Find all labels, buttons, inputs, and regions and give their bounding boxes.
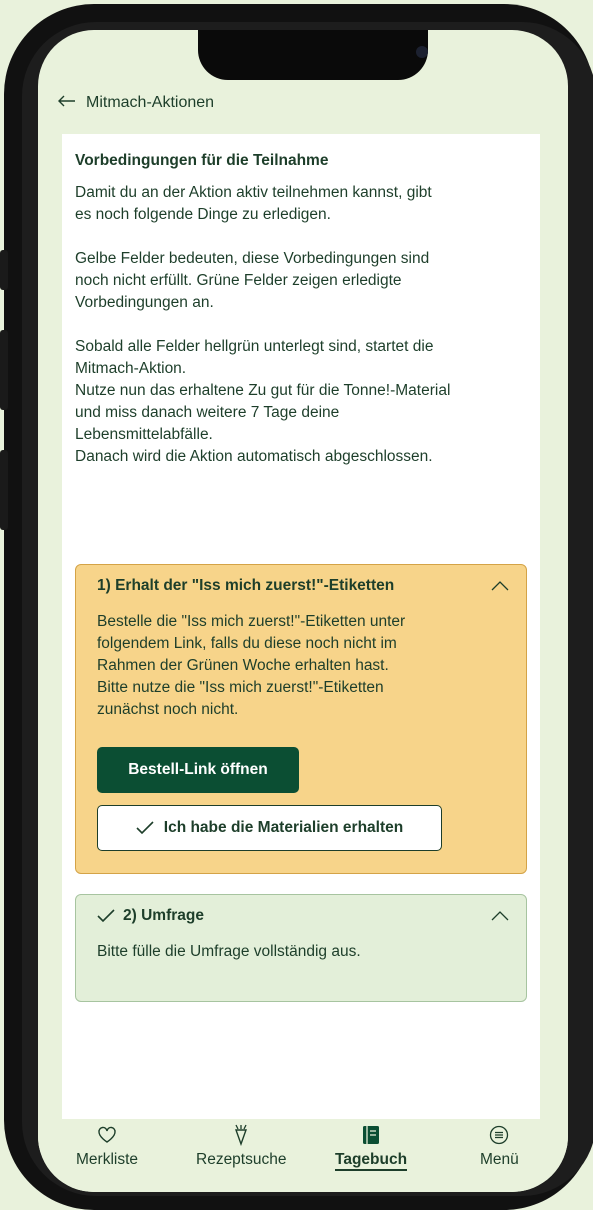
step-1-description: Bestelle die "Iss mich zuerst!"-Etikette… [97, 613, 406, 718]
chevron-up-icon[interactable] [490, 909, 510, 923]
carrot-icon [233, 1123, 249, 1147]
back-arrow-icon [58, 94, 76, 112]
check-icon [136, 821, 154, 835]
nav-item-tagebuch[interactable]: Tagebuch [335, 1123, 408, 1171]
intro-paragraph-3: Sobald alle Felder hellgrün unterlegt si… [75, 338, 451, 465]
check-icon [97, 909, 115, 923]
nav-label: Merkliste [76, 1151, 139, 1168]
intro-paragraph-2: Gelbe Felder bedeuten, diese Vorbedingun… [75, 250, 430, 311]
chevron-up-icon[interactable] [490, 579, 510, 593]
content-card: Vorbedingungen für die Teilnahme Damit d… [62, 134, 540, 1134]
bottom-nav: Merkliste Rezeptsuche Tagebuch Menü [38, 1119, 568, 1192]
step-2-title: 2) Umfrage [123, 907, 204, 924]
section-title: Vorbedingungen für die Teilnahme [75, 152, 329, 169]
materials-received-label: Ich habe die Materialien erhalten [163, 819, 404, 836]
nav-label: Rezeptsuche [196, 1151, 287, 1168]
menu-icon [489, 1123, 509, 1147]
nav-item-menu[interactable]: Menü [480, 1123, 519, 1169]
nav-label: Tagebuch [335, 1151, 408, 1171]
notch [198, 30, 428, 80]
app-screen: Mitmach-Aktionen Vorbedingungen für die … [38, 30, 568, 1192]
volume-up-button [0, 330, 8, 410]
mute-switch [0, 250, 8, 290]
volume-down-button [0, 450, 8, 530]
back-link[interactable]: Mitmach-Aktionen [58, 94, 214, 112]
step-2-description: Bitte fülle die Umfrage vollständig aus. [97, 943, 361, 960]
nav-item-merkliste[interactable]: Merkliste [76, 1123, 138, 1169]
step-1-title: 1) Erhalt der "Iss mich zuerst!"-Etikett… [97, 577, 395, 594]
step-2-header[interactable]: 2) Umfrage [97, 907, 510, 925]
step-1-header[interactable]: 1) Erhalt der "Iss mich zuerst!"-Etikett… [97, 577, 510, 595]
heart-icon [97, 1123, 117, 1147]
book-icon [362, 1123, 380, 1147]
back-label: Mitmach-Aktionen [86, 94, 215, 111]
step-2-panel: 2) Umfrage Bitte fülle die Umfrage volls… [75, 894, 527, 1002]
materials-received-button[interactable]: Ich habe die Materialien erhalten [97, 805, 442, 851]
camera [416, 46, 428, 58]
intro-paragraph-1: Damit du an der Aktion aktiv teilnehmen … [75, 184, 432, 223]
intro-section: Vorbedingungen für die Teilnahme Damit d… [75, 152, 527, 490]
nav-label: Menü [480, 1151, 519, 1168]
nav-item-rezeptsuche[interactable]: Rezeptsuche [196, 1123, 286, 1169]
order-link-button[interactable]: Bestell-Link öffnen [97, 747, 299, 793]
step-1-panel: 1) Erhalt der "Iss mich zuerst!"-Etikett… [75, 564, 527, 874]
